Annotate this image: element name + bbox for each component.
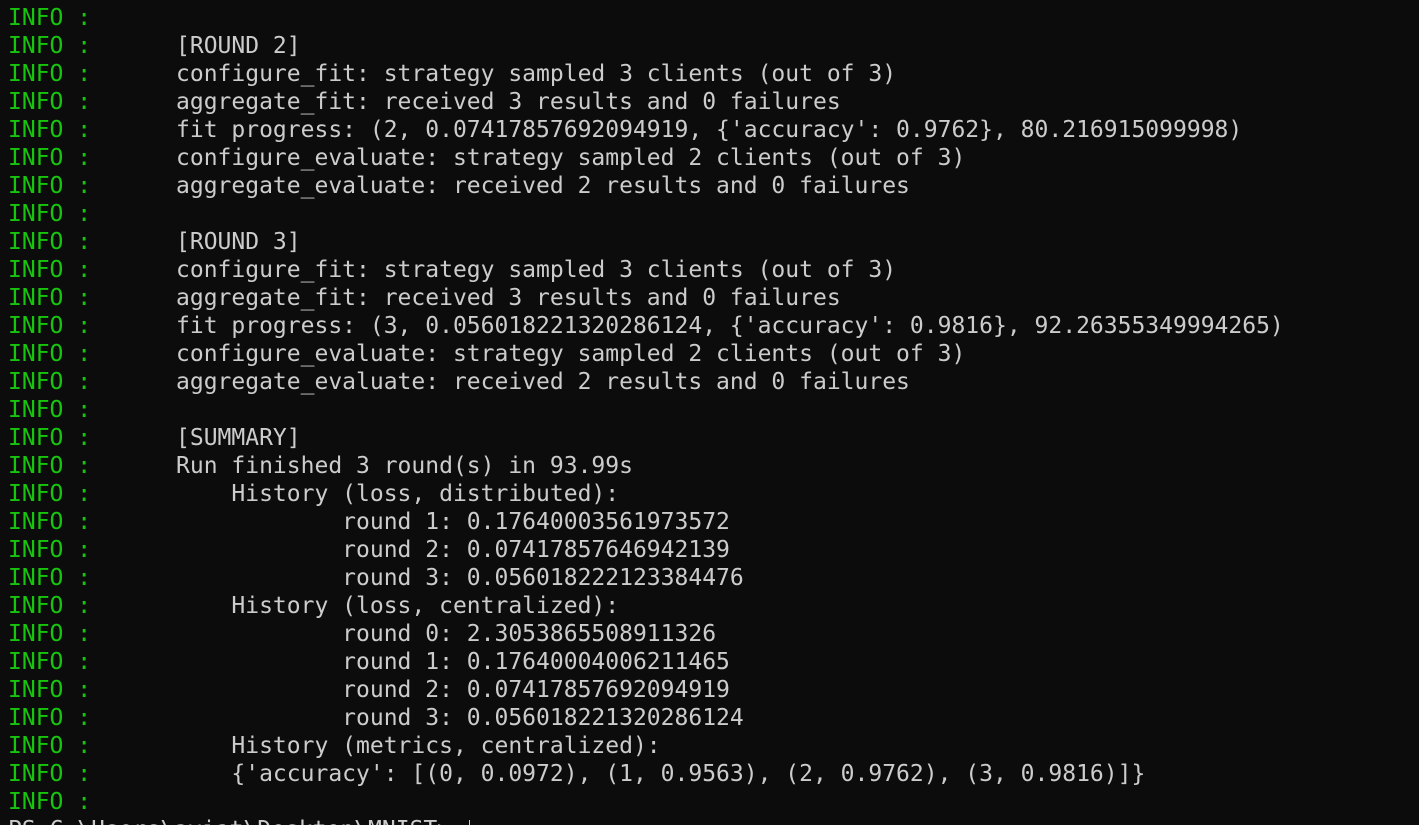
log-line: INFO : fit progress: (2, 0.07417857692094… <box>8 116 1419 144</box>
log-line: INFO : round 1: 0.17640004006211465 <box>8 648 1419 676</box>
log-level-prefix: INFO : <box>8 145 92 171</box>
log-line: INFO : round 0: 2.3053865508911326 <box>8 620 1419 648</box>
log-level-prefix: INFO : <box>8 369 92 395</box>
log-line: INFO : <box>8 4 1419 32</box>
log-message: History (metrics, centralized): <box>176 733 661 759</box>
log-line: INFO : round 3: 0.056018221320286124 <box>8 704 1419 732</box>
log-message: round 0: 2.3053865508911326 <box>176 621 717 647</box>
log-level-prefix: INFO : <box>8 285 92 311</box>
log-message: round 1: 0.17640003561973572 <box>176 509 730 535</box>
log-level-prefix: INFO : <box>8 705 92 731</box>
log-line: INFO : aggregate_fit: received 3 results … <box>8 284 1419 312</box>
log-level-prefix: INFO : <box>8 341 92 367</box>
log-line: INFO : round 2: 0.07417857692094919 <box>8 676 1419 704</box>
log-line: INFO : aggregate_evaluate: received 2 res… <box>8 172 1419 200</box>
log-level-prefix: INFO : <box>8 61 92 87</box>
log-line: INFO : fit progress: (3, 0.05601822132028… <box>8 312 1419 340</box>
log-message: round 3: 0.056018221320286124 <box>176 705 744 731</box>
log-line: INFO : aggregate_evaluate: received 2 res… <box>8 368 1419 396</box>
log-message: Run finished 3 round(s) in 93.99s <box>176 453 633 479</box>
log-line: INFO : aggregate_fit: received 3 results … <box>8 88 1419 116</box>
log-line: INFO : <box>8 788 1419 816</box>
log-level-prefix: INFO : <box>8 33 92 59</box>
log-message: round 1: 0.17640004006211465 <box>176 649 730 675</box>
prompt-path: PS C:\Users\aviat\Desktop\MNIST> <box>8 817 465 825</box>
log-level-prefix: INFO : <box>8 481 92 507</box>
log-message: configure_evaluate: strategy sampled 2 c… <box>176 341 966 367</box>
log-line: INFO : configure_fit: strategy sampled 3 … <box>8 256 1419 284</box>
log-line: INFO : Run finished 3 round(s) in 93.99s <box>8 452 1419 480</box>
log-message: [SUMMARY] <box>176 425 301 451</box>
log-line: INFO : [ROUND 2] <box>8 32 1419 60</box>
log-message: aggregate_evaluate: received 2 results a… <box>176 173 910 199</box>
log-level-prefix: INFO : <box>8 5 92 31</box>
log-line: INFO : round 2: 0.07417857646942139 <box>8 536 1419 564</box>
log-line: INFO : <box>8 396 1419 424</box>
log-level-prefix: INFO : <box>8 229 92 255</box>
log-line: INFO : History (loss, distributed): <box>8 480 1419 508</box>
log-line: INFO : configure_evaluate: strategy sampl… <box>8 144 1419 172</box>
log-level-prefix: INFO : <box>8 453 92 479</box>
log-level-prefix: INFO : <box>8 509 92 535</box>
log-message: configure_fit: strategy sampled 3 client… <box>176 257 897 283</box>
log-message: aggregate_fit: received 3 results and 0 … <box>176 89 841 115</box>
log-level-prefix: INFO : <box>8 649 92 675</box>
log-level-prefix: INFO : <box>8 593 92 619</box>
log-line: INFO : configure_evaluate: strategy sampl… <box>8 340 1419 368</box>
terminal-output: INFO : INFO : [ROUND 2] INFO : configure_f… <box>8 4 1419 816</box>
log-line: INFO : [ROUND 3] <box>8 228 1419 256</box>
command-prompt[interactable]: PS C:\Users\aviat\Desktop\MNIST> <box>8 816 1419 825</box>
log-level-prefix: INFO : <box>8 89 92 115</box>
log-message: History (loss, distributed): <box>176 481 620 507</box>
log-line: INFO : [SUMMARY] <box>8 424 1419 452</box>
log-message: fit progress: (2, 0.07417857692094919, {… <box>176 117 1243 143</box>
log-level-prefix: INFO : <box>8 621 92 647</box>
log-level-prefix: INFO : <box>8 173 92 199</box>
log-message: [ROUND 2] <box>176 33 301 59</box>
log-message: History (loss, centralized): <box>176 593 620 619</box>
log-line: INFO : History (loss, centralized): <box>8 592 1419 620</box>
log-message: round 2: 0.07417857646942139 <box>176 537 730 563</box>
log-line: INFO : History (metrics, centralized): <box>8 732 1419 760</box>
log-level-prefix: INFO : <box>8 257 92 283</box>
log-message: {'accuracy': [(0, 0.0972), (1, 0.9563), … <box>176 761 1146 787</box>
log-level-prefix: INFO : <box>8 201 92 227</box>
log-level-prefix: INFO : <box>8 537 92 563</box>
terminal-window[interactable]: INFO : INFO : [ROUND 2] INFO : configure_f… <box>0 0 1419 825</box>
log-message: aggregate_evaluate: received 2 results a… <box>176 369 910 395</box>
log-level-prefix: INFO : <box>8 733 92 759</box>
log-message: configure_evaluate: strategy sampled 2 c… <box>176 145 966 171</box>
log-line: INFO : round 1: 0.17640003561973572 <box>8 508 1419 536</box>
text-cursor <box>468 819 470 825</box>
log-level-prefix: INFO : <box>8 117 92 143</box>
log-line: INFO : <box>8 200 1419 228</box>
log-line: INFO : {'accuracy': [(0, 0.0972), (1, 0.… <box>8 760 1419 788</box>
log-message: aggregate_fit: received 3 results and 0 … <box>176 285 841 311</box>
log-level-prefix: INFO : <box>8 761 92 787</box>
log-message: [ROUND 3] <box>176 229 301 255</box>
log-level-prefix: INFO : <box>8 425 92 451</box>
log-level-prefix: INFO : <box>8 677 92 703</box>
log-level-prefix: INFO : <box>8 565 92 591</box>
log-message: round 2: 0.07417857692094919 <box>176 677 730 703</box>
log-line: INFO : configure_fit: strategy sampled 3 … <box>8 60 1419 88</box>
log-line: INFO : round 3: 0.056018222123384476 <box>8 564 1419 592</box>
log-level-prefix: INFO : <box>8 789 92 815</box>
log-message: round 3: 0.056018222123384476 <box>176 565 744 591</box>
log-message: fit progress: (3, 0.056018221320286124, … <box>176 313 1284 339</box>
log-message: configure_fit: strategy sampled 3 client… <box>176 61 897 87</box>
log-level-prefix: INFO : <box>8 313 92 339</box>
log-level-prefix: INFO : <box>8 397 92 423</box>
